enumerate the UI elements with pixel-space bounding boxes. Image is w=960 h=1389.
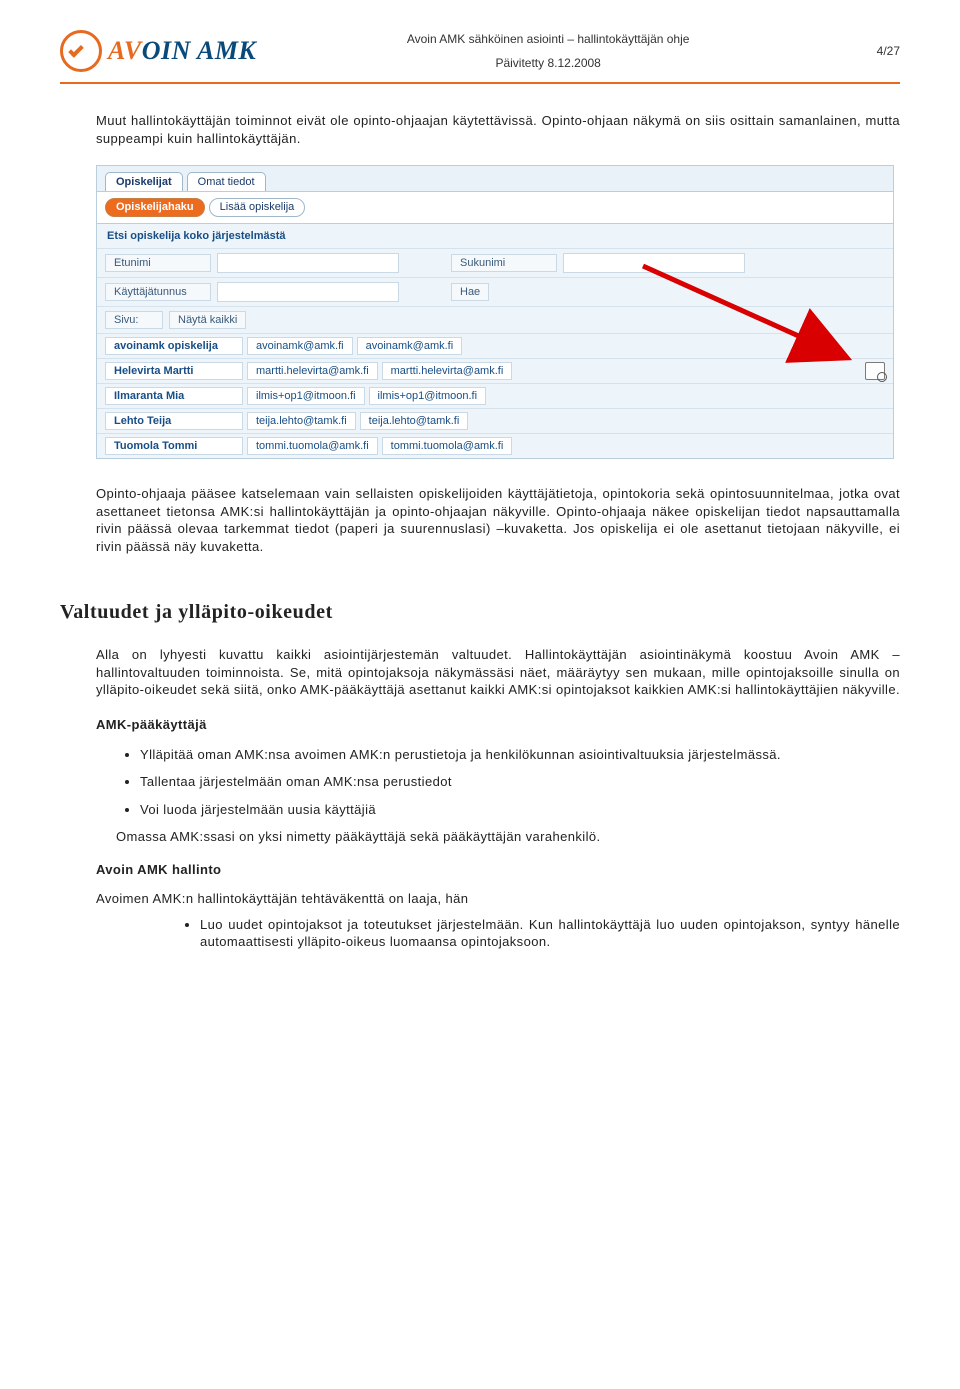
subhead-amk-paakayttaja: AMK-pääkäyttäjä	[96, 717, 900, 732]
result-name[interactable]: Helevirta Martti	[105, 362, 243, 380]
result-email-1: ilmis+op1@itmoon.fi	[247, 387, 365, 405]
result-email-2: avoinamk@amk.fi	[357, 337, 463, 355]
paragraph-after-bul1: Omassa AMK:ssasi on yksi nimetty pääkäyt…	[116, 829, 900, 844]
embedded-screenshot: Opiskelijat Omat tiedot Opiskelijahaku L…	[96, 165, 894, 459]
logo-text-b: OIN AMK	[142, 36, 257, 65]
page-number: 4/27	[840, 44, 900, 58]
result-email-1: teija.lehto@tamk.fi	[247, 412, 356, 430]
result-email-2: ilmis+op1@itmoon.fi	[369, 387, 487, 405]
result-row: avoinamk opiskelijaavoinamk@amk.fiavoina…	[97, 333, 893, 358]
input-tunnus[interactable]	[217, 282, 399, 302]
list-item: Ylläpitää oman AMK:nsa avoimen AMK:n per…	[140, 746, 900, 764]
tab-omat-tiedot[interactable]: Omat tiedot	[187, 172, 266, 191]
result-email-1: martti.helevirta@amk.fi	[247, 362, 378, 380]
result-row: Ilmaranta Miailmis+op1@itmoon.fiilmis+op…	[97, 383, 893, 408]
page-header: AVOIN AMK Avoin AMK sähköinen asiointi –…	[60, 30, 900, 72]
input-sukunimi[interactable]	[563, 253, 745, 273]
label-etunimi: Etunimi	[105, 254, 211, 272]
header-rule	[60, 82, 900, 84]
list-item: Voi luoda järjestelmään uusia käyttäjiä	[140, 801, 900, 819]
hae-button[interactable]: Hae	[451, 283, 489, 301]
subtab-opiskelijahaku[interactable]: Opiskelijahaku	[105, 198, 205, 217]
paragraph-valtuudet: Alla on lyhyesti kuvattu kaikki asiointi…	[96, 646, 900, 699]
paragraph-opinto-ohjaaja: Opinto-ohjaaja pääsee katselemaan vain s…	[96, 485, 900, 555]
label-sukunimi: Sukunimi	[451, 254, 557, 272]
list-item: Luo uudet opintojaksot ja toteutukset jä…	[200, 916, 900, 951]
result-email-1: avoinamk@amk.fi	[247, 337, 353, 355]
list-amk-paakayttaja: Ylläpitää oman AMK:nsa avoimen AMK:n per…	[140, 746, 900, 819]
nayta-kaikki-button[interactable]: Näytä kaikki	[169, 311, 246, 329]
result-name[interactable]: Lehto Teija	[105, 412, 243, 430]
list-hallinto: Luo uudet opintojaksot ja toteutukset jä…	[200, 916, 900, 951]
search-section-title: Etsi opiskelija koko järjestelmästä	[97, 223, 893, 248]
result-email-2: tommi.tuomola@amk.fi	[382, 437, 513, 455]
form-row-sivu: Sivu: Näytä kaikki	[97, 306, 893, 333]
logo-mark-icon	[60, 30, 102, 72]
sub-tabs: Opiskelijahaku Lisää opiskelija	[97, 191, 893, 223]
list-item: Tallentaa järjestelmään oman AMK:nsa per…	[140, 773, 900, 791]
result-row: Lehto Teijateija.lehto@tamk.fiteija.leht…	[97, 408, 893, 433]
form-row-name: Etunimi Sukunimi	[97, 248, 893, 277]
tab-opiskelijat[interactable]: Opiskelijat	[105, 172, 183, 191]
header-title-block: Avoin AMK sähköinen asiointi – hallintok…	[256, 32, 840, 70]
label-tunnus: Käyttäjätunnus	[105, 283, 211, 301]
logo-text-a: AV	[108, 36, 142, 65]
intro-paragraph: Muut hallintokäyttäjän toiminnot eivät o…	[96, 112, 900, 147]
result-name[interactable]: Ilmaranta Mia	[105, 387, 243, 405]
result-email-2: teija.lehto@tamk.fi	[360, 412, 469, 430]
top-tabs: Opiskelijat Omat tiedot	[97, 166, 893, 191]
result-row: Helevirta Marttimartti.helevirta@amk.fim…	[97, 358, 893, 383]
result-email-2: martti.helevirta@amk.fi	[382, 362, 513, 380]
logo: AVOIN AMK	[60, 30, 256, 72]
subhead-avoin-amk-hallinto: Avoin AMK hallinto	[96, 862, 900, 877]
result-name[interactable]: avoinamk opiskelija	[105, 337, 243, 355]
input-etunimi[interactable]	[217, 253, 399, 273]
logo-text: AVOIN AMK	[108, 36, 256, 66]
doc-title: Avoin AMK sähköinen asiointi – hallintok…	[407, 32, 690, 46]
form-row-tunnus: Käyttäjätunnus Hae	[97, 277, 893, 306]
paragraph-hallintokayttaja: Avoimen AMK:n hallintokäyttäjän tehtäväk…	[96, 891, 900, 906]
subtab-lisaa-opiskelija[interactable]: Lisää opiskelija	[209, 198, 306, 217]
result-email-1: tommi.tuomola@amk.fi	[247, 437, 378, 455]
section-valtuudet-title: Valtuudet ja ylläpito-oikeudet	[60, 601, 900, 624]
result-row: Tuomola Tommitommi.tuomola@amk.fitommi.t…	[97, 433, 893, 458]
doc-date: Päivitetty 8.12.2008	[256, 56, 840, 70]
details-icon[interactable]	[865, 362, 885, 380]
result-name[interactable]: Tuomola Tommi	[105, 437, 243, 455]
label-sivu: Sivu:	[105, 311, 163, 329]
